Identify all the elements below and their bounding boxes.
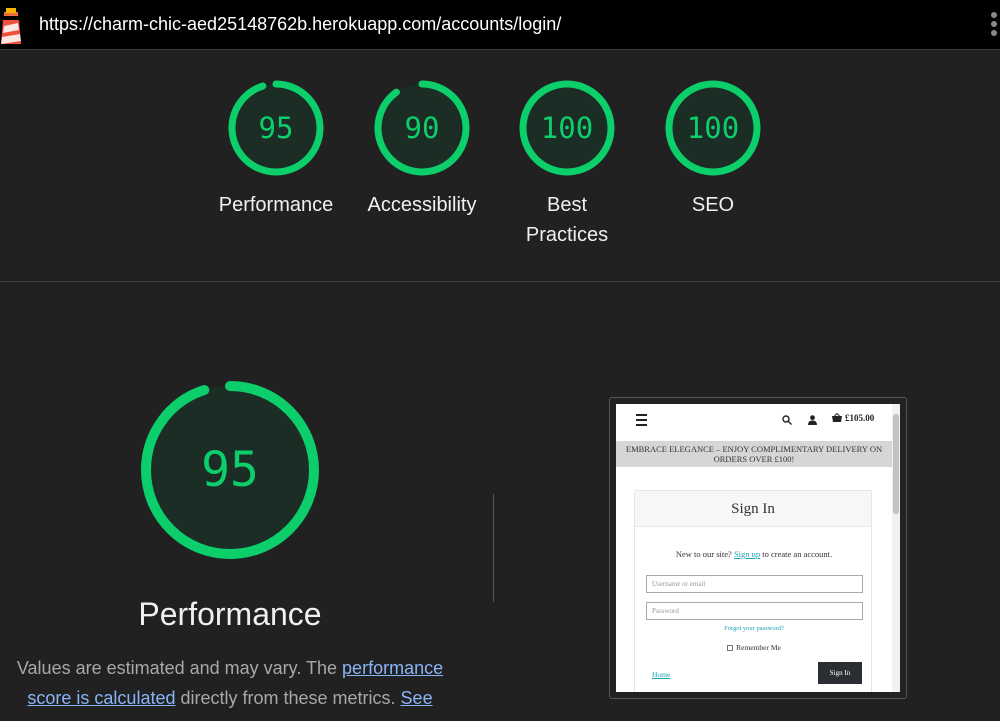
search-icon — [782, 415, 792, 425]
signin-button: Sign In — [818, 662, 862, 684]
gauge-label: Accessibility — [367, 194, 477, 216]
gauge-score: 100 — [686, 111, 740, 145]
section-divider — [0, 281, 1000, 282]
gauge-score: 95 — [258, 111, 294, 145]
gauge-best-practices[interactable]: 100 Best Practices — [492, 78, 642, 250]
see-link[interactable]: See — [401, 688, 433, 708]
signin-title: Sign In — [635, 491, 871, 527]
signup-link: Sign up — [733, 549, 761, 559]
gauge-performance[interactable]: 95 Performance — [201, 78, 351, 220]
signup-text: New to our site? Sign up to create an ac… — [675, 549, 833, 559]
gauge-accessibility[interactable]: 90 Accessibility — [347, 78, 497, 220]
gauge-label: Performance — [218, 194, 334, 216]
gauge-score: 100 — [540, 111, 594, 145]
username-field: Username or email — [646, 575, 863, 593]
hamburger-icon — [636, 414, 647, 429]
preview-scrollbar — [892, 404, 900, 692]
performance-title: Performance — [138, 596, 322, 632]
basket-icon — [832, 413, 842, 422]
score-description: Values are estimated and may vary. The p… — [16, 658, 444, 708]
basket-total: £105.00 — [845, 413, 875, 423]
delivery-banner: EMBRACE ELEGANCE – ENJOY COMPLIMENTARY D… — [616, 441, 892, 467]
checkbox-icon — [727, 645, 734, 651]
forgot-password-link: Forgot your password? — [724, 625, 784, 632]
preview-navbar: £105.00 — [616, 404, 892, 438]
gauge-label: SEO — [691, 194, 735, 216]
page-screenshot-preview[interactable]: £105.00 EMBRACE ELEGANCE – ENJOY COMPLIM… — [609, 397, 907, 699]
lighthouse-icon — [1, 8, 21, 44]
url-bar: https://charm-chic-aed25148762b.herokuap… — [0, 0, 1000, 50]
user-icon — [808, 415, 817, 425]
page-url: https://charm-chic-aed25148762b.herokuap… — [39, 14, 562, 34]
more-options-icon[interactable] — [991, 12, 1000, 40]
vertical-divider — [493, 494, 494, 602]
remember-me: Remember Me — [635, 643, 873, 652]
password-field: Password — [646, 602, 863, 620]
performance-score-large: 95 — [201, 442, 259, 498]
gauge-seo[interactable]: 100 SEO — [638, 78, 788, 220]
home-link: Home — [652, 670, 671, 679]
gauge-label: Best Practices — [525, 194, 609, 246]
gauge-score: 90 — [404, 111, 440, 145]
signin-card: Sign In New to our site? Sign up to crea… — [634, 490, 872, 692]
